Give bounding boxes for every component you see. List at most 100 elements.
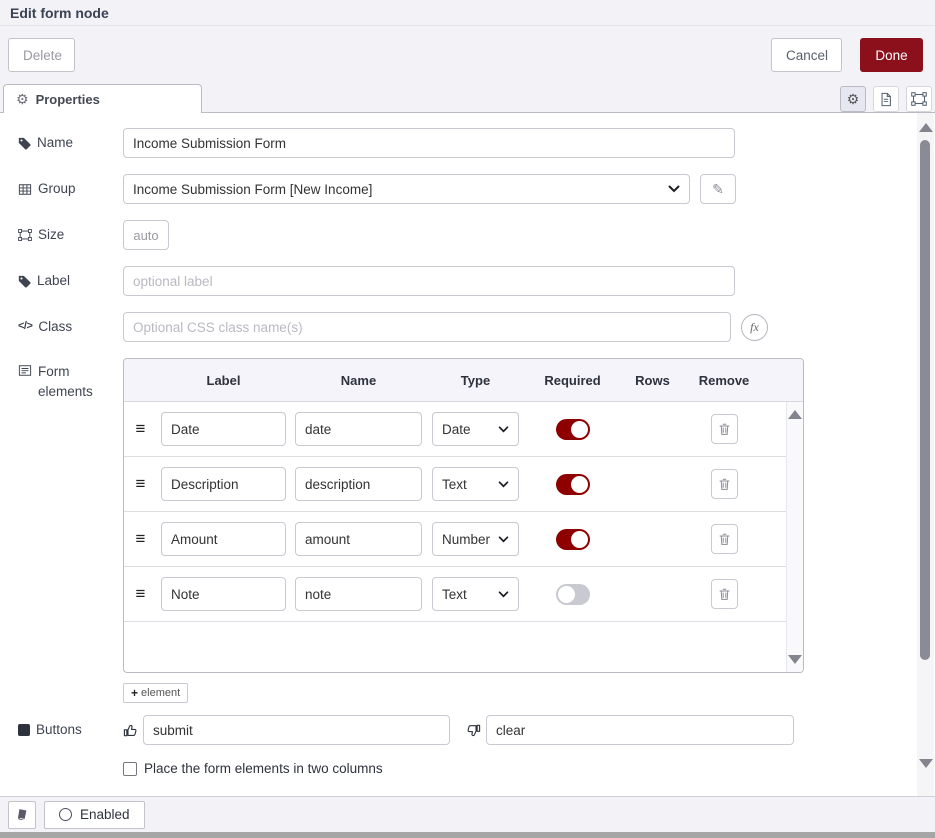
element-required-toggle[interactable] [556, 529, 590, 550]
two-columns-checkbox[interactable] [123, 762, 137, 776]
size-auto-button[interactable]: auto [123, 220, 169, 250]
pencil-icon: ✎ [712, 181, 724, 198]
two-columns-label[interactable]: Place the form elements in two columns [144, 761, 383, 776]
header-remove: Remove [684, 373, 764, 388]
tab-icon-buttons: ⚙ [840, 86, 932, 112]
group-label: Group [38, 179, 76, 199]
chevron-down-icon [498, 426, 509, 433]
drag-handle-icon[interactable]: ≡ [124, 419, 157, 439]
properties-gear-button[interactable]: ⚙ [840, 86, 866, 112]
tab-bar: ⚙ Properties ⚙ [0, 84, 935, 113]
element-row: ≡ Number [124, 512, 803, 567]
class-label: Class [38, 317, 72, 337]
drag-handle-icon[interactable]: ≡ [124, 584, 157, 604]
element-type-select[interactable]: Text [432, 467, 519, 501]
header-name: Name [290, 373, 427, 388]
element-required-toggle[interactable] [556, 474, 590, 495]
chevron-down-icon [498, 481, 509, 488]
tag-icon [18, 137, 31, 150]
main-scroll-up-arrow[interactable] [919, 123, 933, 132]
drag-handle-icon[interactable]: ≡ [124, 529, 157, 549]
cancel-button[interactable]: Cancel [771, 38, 842, 72]
drag-handle-icon[interactable]: ≡ [124, 474, 157, 494]
element-row: ≡ Text [124, 457, 803, 512]
element-type-value: Text [442, 587, 498, 602]
element-name-input[interactable] [295, 577, 422, 611]
element-type-select[interactable]: Date [432, 412, 519, 446]
main-scroll-down-arrow[interactable] [919, 759, 933, 768]
size-label: Size [38, 225, 64, 245]
elements-table-body: ≡ Date ≡ [124, 402, 803, 672]
action-bar: Delete Cancel Done [0, 26, 935, 84]
description-button[interactable] [873, 86, 899, 112]
element-type-value: Text [442, 477, 498, 492]
name-input[interactable] [123, 128, 735, 158]
chevron-down-icon [498, 536, 509, 543]
list-icon [18, 362, 32, 377]
class-input[interactable] [123, 312, 731, 342]
group-select[interactable]: Income Submission Form [New Income] [123, 174, 690, 204]
properties-panel: Name Group Income Submission Form [New I… [0, 113, 935, 796]
element-name-input[interactable] [295, 522, 422, 556]
submit-button-input[interactable] [143, 715, 450, 745]
elements-table-scrollbar[interactable] [786, 402, 803, 672]
remove-element-button[interactable] [711, 524, 738, 554]
remove-element-button[interactable] [711, 579, 738, 609]
elements-table: Label Name Type Required Rows Remove ≡ D… [123, 358, 804, 673]
tab-properties-label: Properties [36, 92, 100, 107]
done-button[interactable]: Done [860, 38, 923, 72]
element-type-value: Number [442, 532, 498, 547]
element-name-input[interactable] [295, 467, 422, 501]
square-icon [18, 724, 30, 736]
element-type-select[interactable]: Number [432, 522, 519, 556]
element-type-select[interactable]: Text [432, 577, 519, 611]
plus-icon: + [131, 686, 138, 700]
fx-expression-button[interactable]: fx [741, 314, 768, 341]
scroll-up-arrow[interactable] [788, 410, 802, 419]
gear-icon: ⚙ [847, 92, 860, 106]
element-label-input[interactable] [161, 522, 286, 556]
add-element-button[interactable]: + element [123, 683, 188, 703]
main-scrollbar[interactable] [917, 113, 934, 796]
size-row: Size auto [18, 220, 895, 250]
clear-button-input[interactable] [486, 715, 794, 745]
appearance-button[interactable] [906, 86, 932, 112]
element-required-toggle[interactable] [556, 419, 590, 440]
add-element-label: element [141, 687, 180, 699]
chevron-down-icon [668, 185, 680, 193]
element-name-input[interactable] [295, 412, 422, 446]
element-required-toggle[interactable] [556, 584, 590, 605]
remove-element-button[interactable] [711, 469, 738, 499]
thumbs-up-icon [123, 723, 138, 738]
node-help-button[interactable] [8, 801, 36, 829]
remove-element-button[interactable] [711, 414, 738, 444]
trash-icon [718, 587, 731, 602]
edit-group-button[interactable]: ✎ [700, 174, 736, 204]
dialog-title: Edit form node [10, 5, 109, 21]
enabled-label: Enabled [80, 807, 130, 822]
two-columns-row: Place the form elements in two columns [123, 761, 895, 776]
group-select-value: Income Submission Form [New Income] [133, 182, 668, 197]
enabled-status-icon [59, 808, 72, 821]
header-rows: Rows [621, 373, 684, 388]
element-label-input[interactable] [161, 577, 286, 611]
main-scroll-thumb[interactable] [920, 140, 930, 660]
buttons-row: Buttons [18, 715, 895, 745]
enabled-toggle-button[interactable]: Enabled [44, 801, 145, 829]
header-label: Label [157, 373, 290, 388]
document-icon [879, 92, 893, 107]
window-bottom-edge [0, 832, 935, 838]
size-icon [18, 228, 32, 242]
tag-icon [18, 275, 31, 288]
element-row: ≡ Text [124, 567, 803, 622]
delete-button[interactable]: Delete [8, 38, 75, 72]
element-label-input[interactable] [161, 412, 286, 446]
trash-icon [718, 532, 731, 547]
scroll-down-arrow[interactable] [788, 655, 802, 664]
table-grid-icon [18, 183, 32, 196]
element-label-input[interactable] [161, 467, 286, 501]
tab-properties[interactable]: ⚙ Properties [3, 84, 202, 113]
label-row: Label [18, 266, 895, 296]
optional-label-input[interactable] [123, 266, 735, 296]
chevron-down-icon [498, 591, 509, 598]
